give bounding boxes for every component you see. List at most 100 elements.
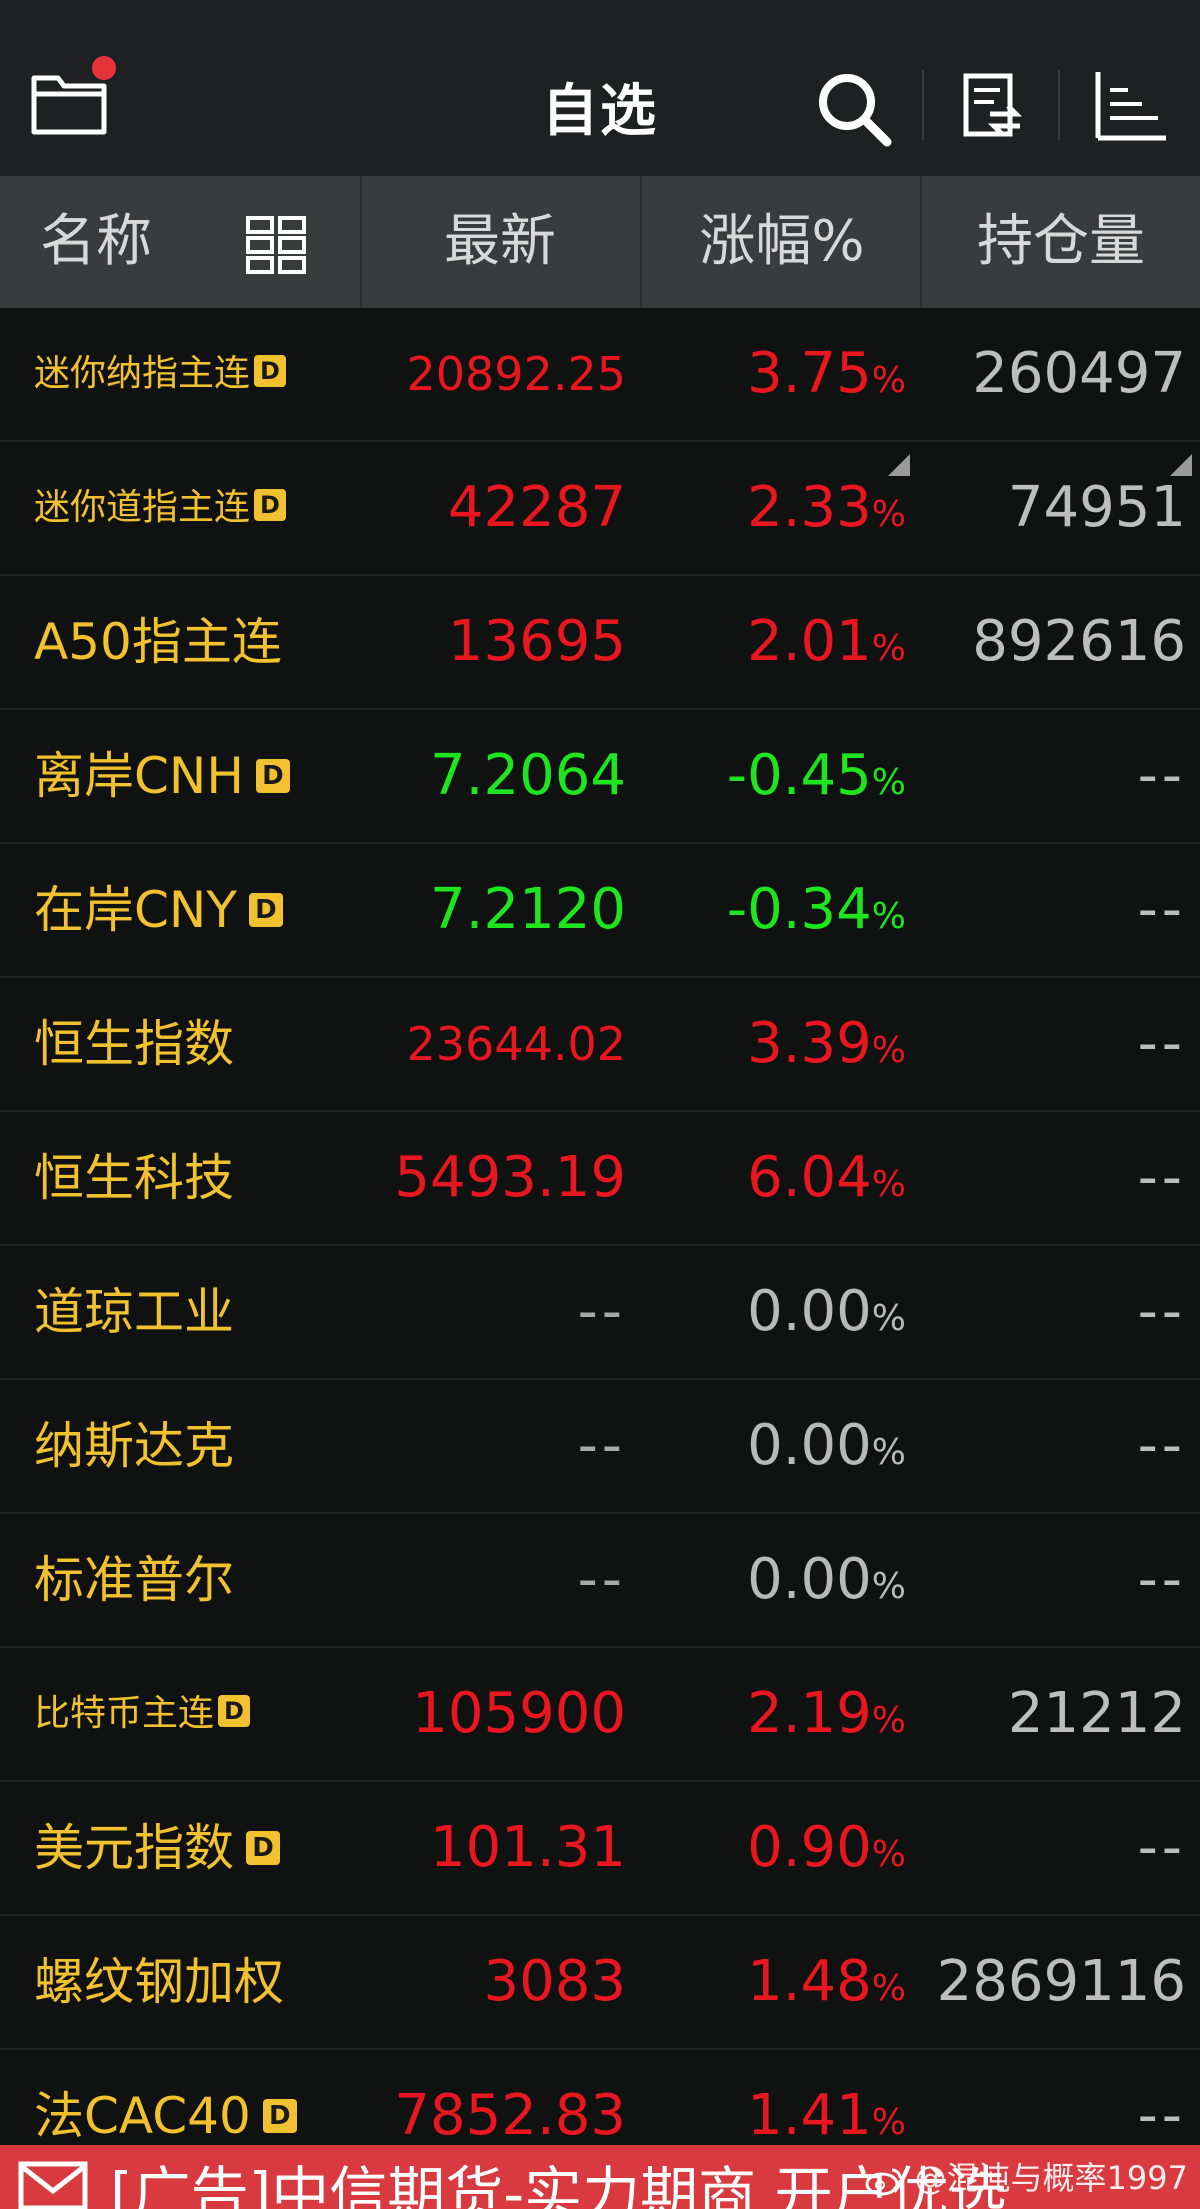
watermark-text: @混沌与概率1997 xyxy=(914,2159,1188,2197)
instrument-name: 纳斯达克 xyxy=(34,1380,234,1512)
open-interest: -- xyxy=(1137,1547,1186,1612)
change-percent: -0.45% xyxy=(727,710,906,842)
percent-sign: % xyxy=(871,1298,906,1339)
last-price: -- xyxy=(577,1413,626,1478)
watchlist-row[interactable]: 恒生指数 23644.02 3.39% -- xyxy=(0,978,1200,1112)
watchlist-row[interactable]: 离岸CNH D 7.2064 -0.45% -- xyxy=(0,710,1200,844)
delayed-badge: D xyxy=(248,892,283,927)
watchlist-row[interactable]: 美元指数 D 101.31 0.90% -- xyxy=(0,1782,1200,1916)
instrument-name-text: 法CAC40 xyxy=(34,2087,251,2145)
column-open-interest[interactable]: 持仓量 xyxy=(922,176,1200,308)
open-interest: 260497 xyxy=(972,341,1186,406)
open-interest: -- xyxy=(1137,1011,1186,1076)
percent-sign: % xyxy=(871,494,906,535)
change-value: 2.33 xyxy=(747,475,872,540)
watermark: @混沌与概率1997 xyxy=(864,2153,1188,2199)
instrument-name: 美元指数 D xyxy=(34,1782,280,1914)
watchlist-row[interactable]: 道琼工业 -- 0.00% -- xyxy=(0,1246,1200,1380)
open-interest: -- xyxy=(1137,1145,1186,1210)
instrument-name: 在岸CNY D xyxy=(34,844,283,976)
change-value: 0.90 xyxy=(747,1815,872,1880)
open-interest: 74951 xyxy=(1007,475,1186,540)
last-price: -- xyxy=(577,1279,626,1344)
percent-sign: % xyxy=(871,1566,906,1607)
watchlist-row[interactable]: 在岸CNY D 7.2120 -0.34% -- xyxy=(0,844,1200,978)
divider xyxy=(1058,70,1060,140)
instrument-name-text: 恒生科技 xyxy=(34,1149,234,1207)
open-interest: -- xyxy=(1137,1815,1186,1880)
change-value: 0.00 xyxy=(747,1413,872,1478)
instrument-name-text: 迷你纳指主连 xyxy=(34,353,251,394)
change-value: 0.00 xyxy=(747,1547,872,1612)
change-value: -0.34 xyxy=(726,877,872,942)
change-percent: 3.39% xyxy=(747,978,906,1110)
watchlist-row[interactable]: 迷你道指主连 D 42287 2.33% 74951 xyxy=(0,442,1200,576)
sort-list-icon[interactable] xyxy=(1092,70,1168,142)
open-interest: 2869116 xyxy=(936,1949,1186,2014)
watchlist-row[interactable]: 迷你纳指主连 D 20892.25 3.75% 260497 xyxy=(0,308,1200,442)
change-value: -0.45 xyxy=(726,743,872,808)
last-price: 7.2120 xyxy=(430,877,626,942)
column-header: 名称 最新 涨幅% 持仓量 xyxy=(0,176,1200,476)
mail-icon xyxy=(18,2161,88,2209)
divider xyxy=(922,70,924,140)
column-last-price[interactable]: 最新 xyxy=(360,176,640,308)
last-price: -- xyxy=(577,1547,626,1612)
change-percent: 2.33% xyxy=(747,442,906,574)
change-percent: -0.34% xyxy=(727,844,906,976)
last-price: 101.31 xyxy=(430,1815,626,1880)
last-price: 42287 xyxy=(447,475,626,540)
change-percent: 0.00% xyxy=(747,1514,906,1646)
search-icon[interactable] xyxy=(815,70,893,148)
percent-sign: % xyxy=(871,1432,906,1473)
exchange-icon[interactable] xyxy=(960,70,1026,142)
change-percent: 1.48% xyxy=(747,1916,906,2048)
percent-sign: % xyxy=(871,360,906,401)
delayed-badge: D xyxy=(254,489,287,521)
watchlist-row[interactable]: A50指主连 13695 2.01% 892616 xyxy=(0,576,1200,710)
change-value: 1.41 xyxy=(747,2083,872,2148)
open-interest: -- xyxy=(1137,743,1186,808)
instrument-name: 迷你道指主连 D xyxy=(34,442,287,574)
watchlist-row[interactable]: 纳斯达克 -- 0.00% -- xyxy=(0,1380,1200,1514)
instrument-name: 迷你纳指主连 D xyxy=(34,308,287,440)
watchlist-row[interactable]: 比特币主连 D 105900 2.19% 21212 xyxy=(0,1648,1200,1782)
change-value: 1.48 xyxy=(747,1949,872,2014)
instrument-name: 比特币主连 D xyxy=(34,1648,251,1780)
percent-sign: % xyxy=(871,896,906,937)
instrument-name: 离岸CNH D xyxy=(34,710,290,842)
percent-sign: % xyxy=(871,762,906,803)
last-price: 7.2064 xyxy=(430,743,626,808)
ad-banner[interactable]: [广告]中信期货-实力期商 开户优选 @混沌与概率1997 xyxy=(0,2145,1200,2209)
open-interest: 892616 xyxy=(972,609,1186,674)
watchlist-row[interactable]: 螺纹钢加权 3083 1.48% 2869116 xyxy=(0,1916,1200,2050)
watchlist-row[interactable]: 恒生科技 5493.19 6.04% -- xyxy=(0,1112,1200,1246)
last-price: 5493.19 xyxy=(394,1145,626,1210)
percent-sign: % xyxy=(871,1164,906,1205)
last-price: 105900 xyxy=(412,1681,626,1746)
instrument-name-text: 恒生指数 xyxy=(34,1015,234,1073)
watchlist-screen: 自选 名称 最新 涨幅% 持仓量 迷你纳指主连 D 20892.25 3.75%… xyxy=(0,0,1200,2209)
layout-grid-icon[interactable] xyxy=(246,214,306,274)
instrument-name: 螺纹钢加权 xyxy=(34,1916,284,2048)
change-percent: 3.75% xyxy=(747,308,906,440)
delayed-badge: D xyxy=(254,355,287,387)
change-percent: 2.01% xyxy=(747,576,906,708)
instrument-name-text: 螺纹钢加权 xyxy=(34,1953,284,2011)
delayed-badge: D xyxy=(255,758,290,793)
open-interest: -- xyxy=(1137,877,1186,942)
percent-sign: % xyxy=(871,1968,906,2009)
instrument-name: 标准普尔 xyxy=(34,1514,234,1646)
column-change-percent[interactable]: 涨幅% xyxy=(642,176,922,308)
percent-sign: % xyxy=(871,628,906,669)
change-percent: 0.00% xyxy=(747,1246,906,1378)
watchlist-row[interactable]: 标准普尔 -- 0.00% -- xyxy=(0,1514,1200,1648)
last-price: 23644.02 xyxy=(406,1017,627,1071)
column-name: 名称 xyxy=(40,209,152,274)
percent-sign: % xyxy=(871,1030,906,1071)
open-interest: -- xyxy=(1137,1279,1186,1344)
instrument-name-text: 在岸CNY xyxy=(34,881,237,939)
top-bar: 自选 xyxy=(0,0,1200,176)
change-percent: 0.90% xyxy=(747,1782,906,1914)
instrument-name-text: 美元指数 xyxy=(34,1819,234,1877)
